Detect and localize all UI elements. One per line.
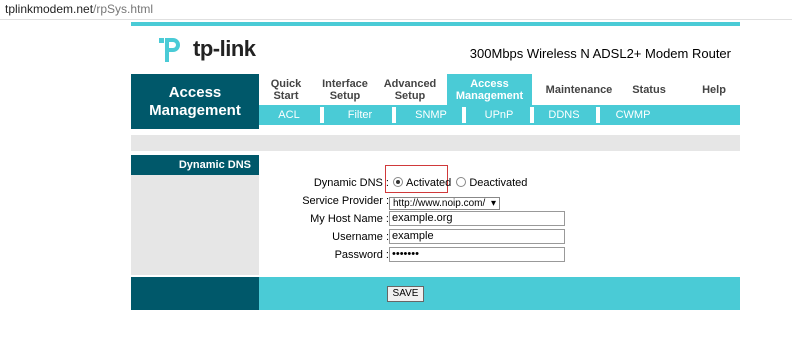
activated-option[interactable]: Activated [393,177,451,189]
tab-help[interactable]: Help [691,74,737,105]
tab-interface-setup[interactable]: Interface Setup [313,74,377,105]
tab-label: Setup [394,89,426,102]
tab-label: Management [455,89,524,102]
subtab-upnp[interactable]: UPnP [477,105,521,125]
password-input[interactable]: ••••••• [389,247,565,262]
activated-label: Activated [406,177,452,189]
subtab-divider [530,107,534,123]
section-heading: Dynamic DNS [131,155,259,175]
tab-label: Advanced [383,77,437,90]
subtab-cwmp[interactable]: CWMP [609,105,657,125]
gray-band [131,135,740,151]
tab-bar: Quick Start Interface Setup Advanced Setup … [259,74,740,105]
chevron-down-icon: ▾ [491,198,497,209]
tab-advanced-setup[interactable]: Advanced Setup [377,74,443,105]
tab-label: Quick [270,77,302,90]
subtab-divider [462,107,466,123]
logo-text: tp-link [193,36,256,61]
address-bar[interactable]: tplinkmodem.net/rpSys.html [0,0,792,20]
host-name-label: My Host Name : [310,213,389,225]
deactivated-label: Deactivated [469,177,528,189]
subtab-ddns[interactable]: DDNS [542,105,586,125]
tab-label: Status [632,83,666,96]
radio-activated[interactable] [393,177,403,187]
tab-label: Start [273,89,299,102]
tab-status[interactable]: Status [621,74,677,105]
footer-left [131,277,259,310]
tab-label: Help [702,83,726,96]
tab-label: Access [470,77,509,90]
footer-bar: SAVE [259,277,740,310]
subtab-snmp[interactable]: SNMP [407,105,455,125]
save-button[interactable]: SAVE [387,286,424,302]
tab-quick-start[interactable]: Quick Start [259,74,313,105]
section-title-line1: Access [168,84,222,101]
password-label: Password : [334,249,389,261]
subtab-divider [392,107,396,123]
service-provider-select[interactable]: http://www.noip.com/ ▾ [389,197,501,210]
url-path: /rpSys.html [93,2,154,16]
subtab-acl[interactable]: ACL [269,105,309,125]
dynamic-dns-label: Dynamic DNS : [313,177,389,189]
username-label: Username : [332,231,389,243]
url-host: tplinkmodem.net [5,2,94,16]
tp-link-logo: tp-link [157,32,267,66]
sub-navigation: ACL Filter SNMP UPnP DDNS CWMP [259,105,740,125]
subtab-filter[interactable]: Filter [337,105,383,125]
top-accent-bar [131,22,740,26]
username-input[interactable]: example [389,229,565,244]
subtab-divider [596,107,600,123]
service-provider-value: http://www.noip.com/ [393,198,486,209]
tab-label: Maintenance [545,83,613,96]
tab-label: Interface [322,77,368,90]
tab-maintenance[interactable]: Maintenance [539,74,619,105]
tab-label: Setup [329,89,361,102]
host-name-input[interactable]: example.org [389,211,565,226]
ddns-form: Dynamic DNS : Activated Deactivated Serv… [259,155,740,275]
radio-deactivated[interactable] [456,177,467,187]
section-title-line2: Management [149,102,241,119]
product-name: 300Mbps Wireless N ADSL2+ Modem Router [469,46,731,61]
dynamic-dns-options: Activated Deactivated [393,177,527,189]
service-provider-label: Service Provider : [302,195,389,207]
logo-icon [159,38,180,62]
deactivated-option[interactable]: Deactivated [456,177,527,189]
section-title: Access Management [131,74,259,129]
subtab-divider [320,107,324,123]
main-navigation: Access Management Quick Start Interface Se… [131,74,740,129]
left-column: Dynamic DNS [131,155,259,275]
tab-access-management[interactable]: Access Management [447,74,532,105]
